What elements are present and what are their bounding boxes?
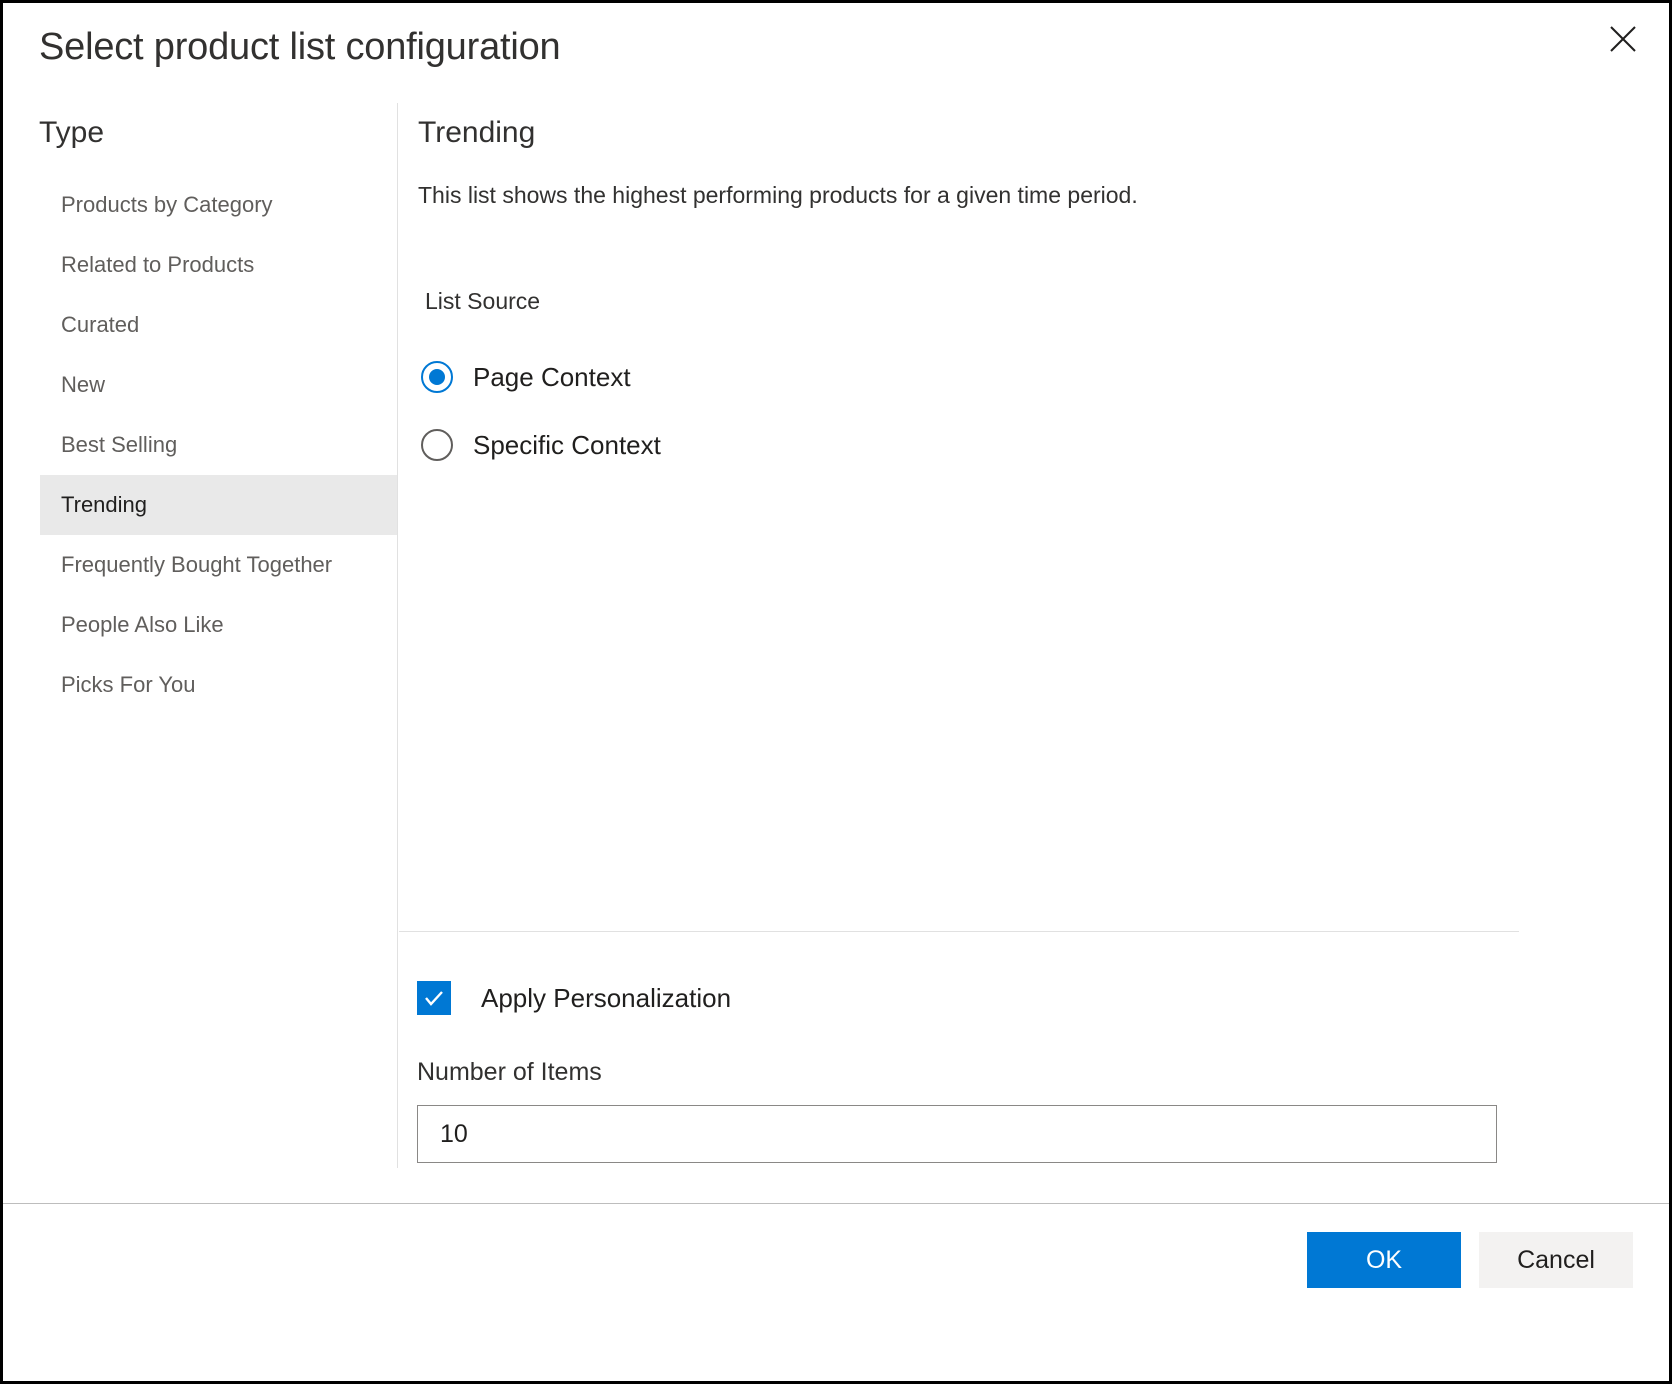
radio-page-context-label: Page Context (473, 362, 631, 393)
checkmark-icon (417, 981, 451, 1015)
apply-personalization-checkbox-row[interactable]: Apply Personalization (417, 978, 1497, 1018)
list-source-label: List Source (425, 288, 540, 315)
radio-specific-context-label: Specific Context (473, 430, 661, 461)
number-of-items-label: Number of Items (417, 1058, 1497, 1087)
type-item-picks-for-you[interactable]: Picks For You (3, 655, 397, 715)
type-item-frequently-bought-together[interactable]: Frequently Bought Together (3, 535, 397, 595)
radio-checked-icon (421, 361, 453, 393)
type-item-new[interactable]: New (3, 355, 397, 415)
dialog-title: Select product list configuration (39, 25, 560, 71)
footer-buttons: OK Cancel (1307, 1232, 1633, 1288)
number-of-items-input[interactable] (417, 1105, 1497, 1163)
cancel-button[interactable]: Cancel (1479, 1232, 1633, 1288)
type-list: Products by Category Related to Products… (3, 175, 397, 715)
apply-personalization-label: Apply Personalization (481, 983, 731, 1014)
type-item-best-selling[interactable]: Best Selling (3, 415, 397, 475)
dialog-footer: OK Cancel (3, 1203, 1669, 1381)
type-heading: Type (39, 115, 104, 151)
type-item-related-to-products[interactable]: Related to Products (3, 235, 397, 295)
detail-description: This list shows the highest performing p… (418, 181, 1138, 211)
type-item-curated[interactable]: Curated (3, 295, 397, 355)
radio-page-context[interactable]: Page Context (421, 343, 661, 411)
ok-button[interactable]: OK (1307, 1232, 1461, 1288)
type-item-people-also-like[interactable]: People Also Like (3, 595, 397, 655)
radio-specific-context[interactable]: Specific Context (421, 411, 661, 479)
select-product-list-configuration-dialog: Select product list configuration Type P… (0, 0, 1672, 1384)
type-item-trending[interactable]: Trending (40, 475, 397, 535)
close-button[interactable] (1595, 11, 1651, 67)
section-divider (399, 931, 1519, 932)
radio-unchecked-icon (421, 429, 453, 461)
detail-title: Trending (418, 115, 535, 151)
radio-dot (429, 369, 445, 385)
close-icon (1607, 23, 1639, 55)
bottom-form: Apply Personalization Number of Items (417, 978, 1497, 1163)
type-item-products-by-category[interactable]: Products by Category (3, 175, 397, 235)
type-panel: Type Products by Category Related to Pro… (3, 103, 398, 1168)
list-source-radio-group: Page Context Specific Context (421, 343, 661, 479)
dialog-body: Type Products by Category Related to Pro… (3, 103, 1669, 1203)
